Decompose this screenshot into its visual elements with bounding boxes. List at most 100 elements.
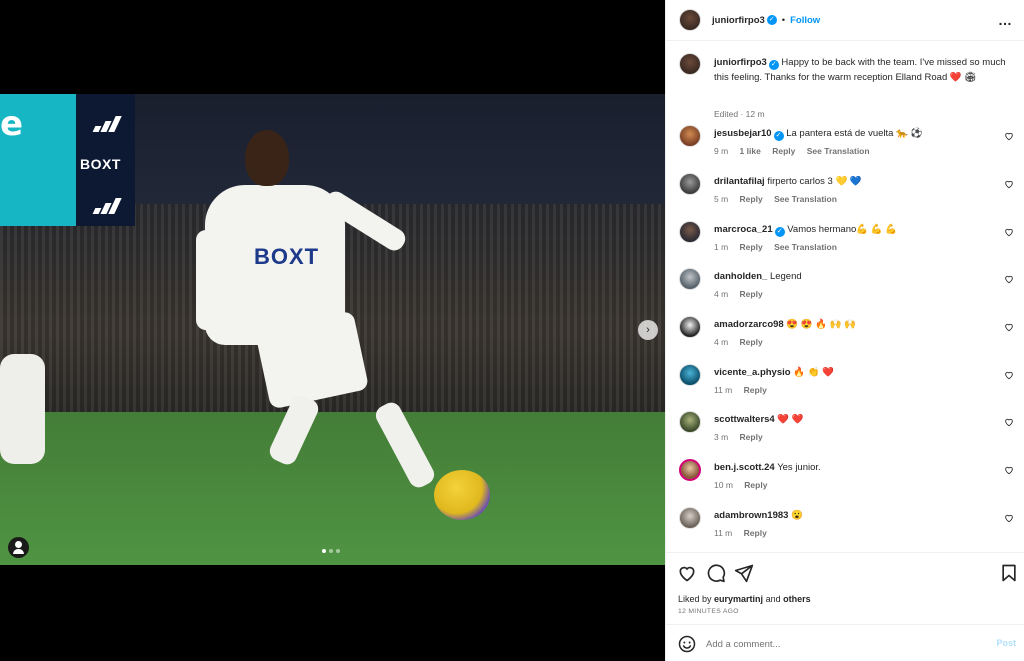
sponsor-board: BOXT xyxy=(76,94,135,226)
stadium-screen: e xyxy=(0,94,76,226)
see-translation-button[interactable]: See Translation xyxy=(774,194,837,204)
carousel-dot xyxy=(336,549,340,553)
comment-time: 4 m xyxy=(714,289,729,299)
post-comment-button[interactable]: Post xyxy=(996,638,1016,648)
verified-badge-icon: ✓ xyxy=(768,60,779,70)
like-comment-heart-icon[interactable] xyxy=(1004,179,1014,189)
comment-username[interactable]: jesusbejar10 xyxy=(714,128,772,139)
commenter-avatar[interactable] xyxy=(679,507,701,529)
comment-row: scottwalters4 ❤️ ❤️ 3 m Reply xyxy=(679,411,1014,455)
post-timestamp: 12 MINUTES AGO xyxy=(678,608,739,615)
verified-badge-icon: ✓ xyxy=(766,15,777,25)
like-comment-heart-icon[interactable] xyxy=(1004,274,1014,284)
comment-username[interactable]: amadorzarco98 xyxy=(714,319,784,330)
comment-bubble-icon[interactable] xyxy=(706,563,726,583)
see-translation-button[interactable]: See Translation xyxy=(774,242,837,252)
like-comment-heart-icon[interactable] xyxy=(1004,131,1014,141)
caption-author-avatar[interactable] xyxy=(679,53,701,75)
liked-by-others[interactable]: others xyxy=(783,594,811,604)
reply-button[interactable]: Reply xyxy=(772,146,795,156)
next-slide-button[interactable]: › xyxy=(638,320,658,340)
like-comment-heart-icon[interactable] xyxy=(1004,465,1014,475)
comment-body: Legend xyxy=(769,271,802,282)
see-translation-button[interactable]: See Translation xyxy=(807,146,870,156)
comment-username[interactable]: adambrown1983 xyxy=(714,510,788,521)
reply-button[interactable]: Reply xyxy=(740,337,763,347)
emoji-smiley-icon[interactable] xyxy=(678,635,696,653)
comment-body: 🔥 👏 ❤️ xyxy=(793,367,834,378)
comment-meta: 3 m Reply xyxy=(714,432,772,442)
reply-button[interactable]: Reply xyxy=(744,385,767,395)
comment-time: 4 m xyxy=(714,337,729,347)
like-heart-icon[interactable] xyxy=(677,563,697,583)
save-bookmark-icon[interactable] xyxy=(999,563,1019,583)
comment-username[interactable]: drilantafilaj xyxy=(714,176,765,187)
comment-time: 1 m xyxy=(714,242,729,252)
like-comment-heart-icon[interactable] xyxy=(1004,227,1014,237)
background-player xyxy=(0,354,45,464)
commenter-avatar[interactable] xyxy=(679,364,701,386)
post-header: juniorfirpo3 ✓ • Follow … xyxy=(666,0,1024,41)
comment-body: ❤️ ❤️ xyxy=(777,414,804,425)
comment-meta: 4 m Reply xyxy=(714,289,772,299)
commenter-avatar[interactable] xyxy=(679,125,701,147)
reply-button[interactable]: Reply xyxy=(740,194,763,204)
caption-meta: Edited · 12 m xyxy=(714,109,765,119)
reply-button[interactable]: Reply xyxy=(740,432,763,442)
football xyxy=(434,470,490,520)
comment-username[interactable]: ben.j.scott.24 xyxy=(714,462,775,473)
comment-meta: 10 m Reply xyxy=(714,480,776,490)
comment-time: 11 m xyxy=(714,528,733,538)
jersey-sponsor: BOXT xyxy=(254,244,320,269)
reply-button[interactable]: Reply xyxy=(744,528,767,538)
commenter-avatar[interactable] xyxy=(679,411,701,433)
comment-text: ben.j.scott.24 Yes junior. xyxy=(714,462,994,473)
like-comment-heart-icon[interactable] xyxy=(1004,370,1014,380)
comment-username[interactable]: marcroca_21 xyxy=(714,224,773,235)
comment-body: La pantera está de vuelta 🐆 ⚽ xyxy=(786,128,923,139)
screen-letter: e xyxy=(0,104,24,144)
comment-username[interactable]: vicente_a.physio xyxy=(714,367,791,378)
comments-list[interactable]: juniorfirpo3 ✓ Happy to be back with the … xyxy=(666,41,1024,552)
like-comment-heart-icon[interactable] xyxy=(1004,417,1014,427)
share-send-icon[interactable] xyxy=(734,563,754,583)
follow-button[interactable]: Follow xyxy=(790,15,820,26)
pitch xyxy=(0,412,665,565)
comment-body: 😍 😍 🔥 🙌 🙌 xyxy=(786,319,857,330)
comment-username[interactable]: scottwalters4 xyxy=(714,414,775,425)
comment-body: Yes junior. xyxy=(777,462,821,473)
like-comment-heart-icon[interactable] xyxy=(1004,322,1014,332)
comment-likes[interactable]: 1 like xyxy=(740,146,761,156)
comment-body: firperto carlos 3 💛 💙 xyxy=(767,176,862,187)
comment-meta: 4 m Reply xyxy=(714,337,772,347)
comment-time: 11 m xyxy=(714,385,733,395)
player-head xyxy=(245,130,289,186)
commenter-avatar[interactable] xyxy=(679,268,701,290)
comment-body: 😮 xyxy=(791,510,803,521)
comment-row: adambrown1983 😮 11 m Reply xyxy=(679,507,1014,551)
comment-text: amadorzarco98 😍 😍 🔥 🙌 🙌 xyxy=(714,319,994,330)
author-username[interactable]: juniorfirpo3 xyxy=(712,15,765,26)
comment-meta: 1 m Reply See Translation xyxy=(714,242,846,252)
commenter-avatar[interactable] xyxy=(679,173,701,195)
tagged-user-icon[interactable] xyxy=(8,537,29,558)
more-options-icon[interactable]: … xyxy=(998,12,1013,28)
comment-text: scottwalters4 ❤️ ❤️ xyxy=(714,414,994,425)
comment-username[interactable]: danholden_ xyxy=(714,271,767,282)
commenter-avatar[interactable] xyxy=(679,316,701,338)
caption-author[interactable]: juniorfirpo3 xyxy=(714,57,767,68)
reply-button[interactable]: Reply xyxy=(740,242,763,252)
commenter-avatar[interactable] xyxy=(679,221,701,243)
reply-button[interactable]: Reply xyxy=(740,289,763,299)
add-comment-input[interactable] xyxy=(706,635,976,653)
verified-badge-icon: ✓ xyxy=(774,227,785,237)
comment-row: ben.j.scott.24 Yes junior. 10 m Reply xyxy=(679,459,1014,503)
adidas-logo-icon xyxy=(92,198,122,214)
reply-button[interactable]: Reply xyxy=(744,480,767,490)
like-comment-heart-icon[interactable] xyxy=(1004,513,1014,523)
author-avatar[interactable] xyxy=(679,9,701,31)
liked-by-user[interactable]: eurymartinj xyxy=(714,594,763,604)
commenter-avatar-story[interactable] xyxy=(679,459,701,481)
comment-text: danholden_ Legend xyxy=(714,271,994,282)
adidas-logo-icon xyxy=(92,116,122,132)
